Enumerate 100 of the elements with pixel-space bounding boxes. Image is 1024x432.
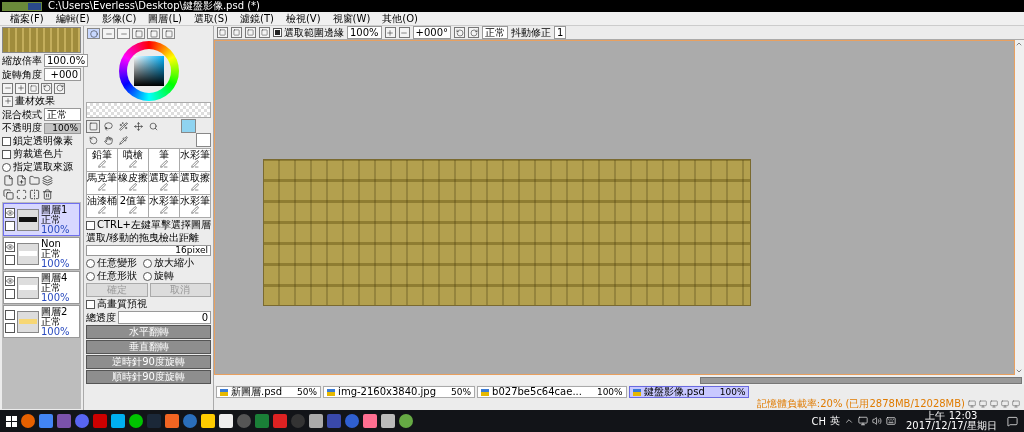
- vertical-scrollbar[interactable]: [1015, 40, 1024, 375]
- menu-item[interactable]: 選取(S): [187, 12, 234, 25]
- app-icon[interactable]: [399, 414, 413, 428]
- select-tool[interactable]: [86, 119, 100, 133]
- radio-button[interactable]: [2, 162, 11, 172]
- zoom-field[interactable]: 100.0%: [44, 54, 89, 67]
- brush-button[interactable]: 選取筆: [149, 172, 179, 194]
- menu-item[interactable]: 視窗(W): [326, 12, 377, 25]
- hand-tool[interactable]: [101, 133, 115, 147]
- visibility-toggle[interactable]: [5, 208, 15, 218]
- magic-wand-tool[interactable]: [116, 119, 130, 133]
- scrollbar-thumb[interactable]: [699, 376, 1022, 384]
- zoom-out-button[interactable]: [2, 82, 13, 94]
- blend-select[interactable]: 正常: [44, 108, 81, 121]
- layer-item[interactable]: 圖層4 正常 100%: [3, 271, 80, 304]
- visibility-toggle[interactable]: [5, 242, 15, 252]
- drag-distance-field[interactable]: 16pixel: [86, 245, 211, 256]
- horizontal-scrollbar[interactable]: [214, 375, 1024, 385]
- brush-button[interactable]: 筆: [149, 149, 179, 171]
- color-picker-square[interactable]: [133, 56, 164, 86]
- layer-item[interactable]: 圖層1 正常 100%: [3, 203, 80, 236]
- tray-text[interactable]: 英: [830, 414, 840, 428]
- radio-button[interactable]: [86, 271, 95, 281]
- density-field[interactable]: 0: [118, 311, 211, 324]
- brush-button[interactable]: 鉛筆: [87, 149, 117, 171]
- color-mode-tab[interactable]: [87, 28, 100, 39]
- checkbox[interactable]: [86, 220, 95, 230]
- app-icon[interactable]: [129, 414, 143, 428]
- lock-checkbox[interactable]: [5, 255, 15, 265]
- reset-button[interactable]: [28, 82, 39, 94]
- app-icon[interactable]: [183, 414, 197, 428]
- color-mode-tab[interactable]: [147, 28, 160, 39]
- visibility-toggle[interactable]: [5, 310, 15, 320]
- toolbar-button[interactable]: [259, 27, 270, 38]
- blend-select[interactable]: 正常: [482, 26, 509, 39]
- rotate-tool[interactable]: [86, 133, 100, 147]
- menu-item[interactable]: 編輯(E): [49, 12, 96, 25]
- color-wheel[interactable]: [118, 41, 179, 101]
- brush-button[interactable]: 油漆桶: [87, 195, 117, 217]
- menu-item[interactable]: 檢視(V): [279, 12, 327, 25]
- color-swatch[interactable]: [181, 119, 196, 133]
- document-tab[interactable]: 新圖層.psd 50%: [216, 386, 322, 398]
- rotate-right-button[interactable]: [54, 82, 65, 94]
- tray-text[interactable]: CH: [811, 415, 826, 427]
- rotate-right-button[interactable]: [468, 27, 480, 38]
- expand-button[interactable]: [2, 95, 13, 107]
- move-tool[interactable]: [131, 119, 145, 133]
- rotate-field[interactable]: +000: [44, 68, 81, 81]
- lock-checkbox[interactable]: [5, 289, 15, 299]
- lock-checkbox[interactable]: [5, 323, 15, 333]
- brush-button[interactable]: 水彩筆: [149, 195, 179, 217]
- app-icon[interactable]: [75, 414, 89, 428]
- toolbar-button[interactable]: [217, 27, 228, 38]
- toolbar-button[interactable]: [231, 27, 242, 38]
- layer-item[interactable]: 圖層2 正常 100%: [3, 305, 80, 338]
- brush-button[interactable]: 噴槍: [118, 149, 148, 171]
- app-icon[interactable]: [345, 414, 359, 428]
- eyedropper-tool[interactable]: [116, 133, 130, 147]
- menu-item[interactable]: 影像(C): [95, 12, 143, 25]
- color-mode-tab[interactable]: [132, 28, 145, 39]
- lasso-tool[interactable]: [101, 119, 115, 133]
- checkbox[interactable]: [86, 299, 95, 309]
- zoom-in-button[interactable]: [15, 82, 26, 94]
- color-mode-tab[interactable]: [102, 28, 115, 39]
- brush-button[interactable]: 馬克筆: [87, 172, 117, 194]
- opacity-slider[interactable]: 100%: [44, 122, 81, 134]
- color-mode-tab[interactable]: [162, 28, 175, 39]
- layer-item[interactable]: Non 正常 100%: [3, 237, 80, 270]
- rotate-left-button[interactable]: [41, 82, 52, 94]
- color-swatch[interactable]: [196, 133, 211, 147]
- brush-button[interactable]: 橡皮擦: [118, 172, 148, 194]
- rotate-left-button[interactable]: [454, 27, 466, 38]
- color-mode-tab[interactable]: [117, 28, 130, 39]
- radio-button[interactable]: [143, 271, 152, 281]
- app-icon[interactable]: [21, 414, 35, 428]
- document-tab[interactable]: b027be5c64cae... 100%: [477, 386, 627, 398]
- visibility-toggle[interactable]: [5, 276, 15, 286]
- zoom-select[interactable]: 100%: [347, 26, 382, 39]
- stabilizer-select[interactable]: 1: [554, 26, 567, 39]
- checkbox[interactable]: [2, 149, 11, 159]
- toolbar-button[interactable]: [245, 27, 256, 38]
- menu-item[interactable]: 檔案(F): [4, 12, 50, 25]
- menu-item[interactable]: 濾鏡(T): [234, 12, 280, 25]
- checkbox[interactable]: [273, 28, 282, 37]
- document-tab[interactable]: 鍵盤影像.psd 100%: [628, 386, 750, 398]
- menu-item[interactable]: 圖層(L): [142, 12, 188, 25]
- radio-button[interactable]: [86, 258, 95, 268]
- brush-button[interactable]: 水彩筆: [180, 195, 210, 217]
- zoom-in-button[interactable]: [384, 27, 396, 38]
- lock-checkbox[interactable]: [5, 221, 15, 231]
- menu-item[interactable]: 其他(O): [376, 12, 424, 25]
- brush-button[interactable]: 選取擦: [180, 172, 210, 194]
- checkbox[interactable]: [2, 136, 11, 146]
- brush-button[interactable]: 2值筆: [118, 195, 148, 217]
- brush-button[interactable]: 水彩筆: [180, 149, 210, 171]
- zoom-out-button[interactable]: [398, 27, 410, 38]
- radio-button[interactable]: [143, 258, 152, 268]
- angle-select[interactable]: +000°: [412, 26, 452, 39]
- clock[interactable]: 上午 12:03 2017/12/17/星期日: [906, 411, 997, 431]
- document-tab[interactable]: img-2160x3840.jpg 50%: [323, 386, 476, 398]
